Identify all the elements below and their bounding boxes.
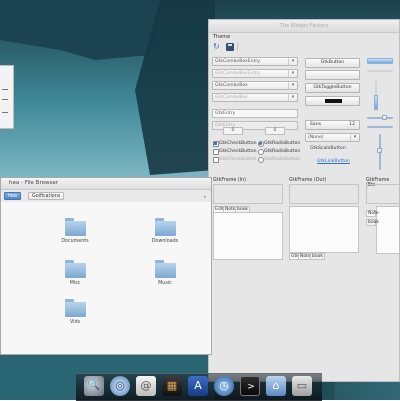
breadcrumb-goifications[interactable]: Goifications: [28, 192, 65, 200]
hscale-2[interactable]: [367, 126, 393, 128]
frame-etched: [366, 184, 399, 204]
movie-icon[interactable]: ▦: [162, 376, 182, 396]
folder-icon: [155, 218, 176, 236]
progress-bar: [367, 58, 393, 64]
combobox-entry[interactable]: GtkComboBoxEntry ▾: [212, 57, 298, 66]
folder-vids[interactable]: Vids: [58, 299, 92, 333]
folder-icon: [65, 218, 86, 236]
hscale-knob[interactable]: [382, 115, 387, 120]
window-icon[interactable]: ▭: [292, 376, 312, 396]
menubar: Theme: [209, 33, 399, 41]
breadcrumb-hea[interactable]: hea: [4, 192, 21, 200]
widget-factory-window: The Widget Factory Theme ↻ GtkComboBoxEn…: [208, 19, 400, 382]
mail-icon[interactable]: @: [136, 376, 156, 396]
folder-icon: [155, 260, 176, 278]
hscale-1[interactable]: [367, 117, 393, 119]
folder-documents[interactable]: Documents: [58, 218, 92, 252]
notebook-2-tab-3[interactable]: book: [310, 253, 325, 260]
notebook-1-page: [213, 212, 283, 260]
radiobutton-2[interactable]: GtkRadioButton: [258, 148, 300, 155]
notebook-2-page: [289, 206, 359, 253]
radiobutton-3: GtkRadioButton: [258, 156, 300, 163]
scale-button[interactable]: GtkScaleButton: [310, 146, 346, 151]
frame-in-label: GtkFrame (In): [213, 178, 247, 183]
text-entry[interactable]: GtkEntry: [212, 109, 298, 118]
chevron-down-icon[interactable]: ▾: [288, 82, 297, 89]
toggle-button[interactable]: GtkToggleButton: [305, 83, 360, 93]
file-list: Documents Downloads Misc Music Vids: [1, 202, 211, 354]
window-title: The Widget Factory: [209, 20, 399, 33]
toolbar: ↻: [209, 41, 399, 53]
folder-icon: [65, 299, 86, 317]
dock: 🔍 ◎ @ ▦ A ◷ > ⌂ ▭: [76, 373, 322, 401]
checkbutton-3: GtkCheckButton: [213, 156, 257, 163]
folder-icon: [65, 260, 86, 278]
spinbutton-1[interactable]: 0: [223, 127, 243, 135]
combobox[interactable]: GtkComboBox ▾: [212, 81, 298, 90]
combobox-entry-disabled: GtkComboBoxEntry ▾: [212, 69, 298, 78]
browser-icon[interactable]: ◎: [110, 376, 130, 396]
folder-music[interactable]: Music: [148, 260, 182, 294]
folder-downloads[interactable]: Downloads: [148, 218, 182, 252]
vscale-knob[interactable]: [377, 148, 382, 153]
none-combobox[interactable]: (None) ▾: [305, 133, 360, 142]
frame-in: [213, 184, 283, 204]
frame-out-label: GtkFrame (Out): [289, 178, 327, 183]
home-icon[interactable]: ⌂: [266, 376, 286, 396]
chevron-down-icon: ▾: [288, 70, 297, 77]
clock-icon[interactable]: ◷: [214, 376, 234, 396]
vertical-progress: [374, 95, 378, 110]
chevron-down-icon[interactable]: ▾: [350, 134, 359, 141]
chevron-down-icon: ▾: [288, 94, 297, 101]
terminal-icon[interactable]: >: [240, 376, 260, 396]
checkbutton-2[interactable]: GtkCheckButton: [213, 148, 257, 155]
app-store-icon[interactable]: A: [188, 376, 208, 396]
window-title: hea - File Browser: [1, 178, 211, 190]
notebook-3-page: [376, 206, 399, 254]
toolbar-separator: [237, 43, 238, 51]
combobox-disabled: GtkComboBox ▾: [212, 93, 298, 102]
menu-theme[interactable]: Theme: [213, 34, 230, 40]
partial-window: [0, 65, 14, 129]
refresh-icon[interactable]: ↻: [213, 43, 221, 51]
gtk-button[interactable]: GtkButton: [305, 58, 360, 68]
notebook-3-tab-1[interactable]: Note: [366, 210, 379, 217]
file-browser-window: hea - File Browser hea Goifications ▸ Do…: [0, 177, 212, 355]
color-button[interactable]: [305, 96, 360, 106]
link-button[interactable]: GtkLinkButton: [317, 159, 350, 164]
scroll-right-icon[interactable]: ▸: [204, 194, 207, 200]
notebook-3-tab-2[interactable]: book: [366, 219, 379, 226]
magnifier-icon[interactable]: 🔍: [84, 376, 104, 396]
color-swatch: [325, 99, 342, 103]
radiobutton-1[interactable]: GtkRadioButton: [258, 140, 300, 147]
font-button[interactable]: Sans 12: [305, 120, 360, 130]
gtk-button-2[interactable]: [305, 70, 360, 80]
save-icon[interactable]: [226, 43, 234, 51]
hscale-track[interactable]: [367, 70, 393, 72]
checkbutton-1[interactable]: GtkCheckButton: [213, 140, 257, 147]
chevron-down-icon[interactable]: ▾: [288, 58, 297, 65]
frame-out: [289, 184, 359, 204]
spinbutton-2[interactable]: 0: [265, 127, 285, 135]
folder-misc[interactable]: Misc: [58, 260, 92, 294]
